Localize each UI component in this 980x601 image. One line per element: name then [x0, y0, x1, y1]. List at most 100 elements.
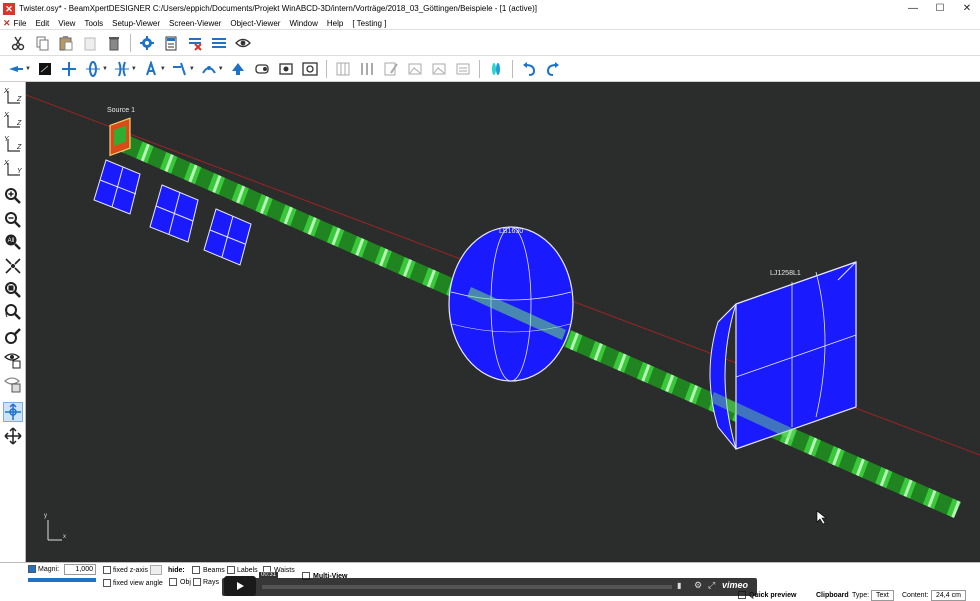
chevron-down-icon[interactable]: ▼: [218, 66, 224, 72]
text-element-icon[interactable]: [141, 59, 161, 79]
close-button[interactable]: ✕: [952, 0, 980, 17]
volume-icon[interactable]: ▮: [677, 581, 681, 590]
axis-x-label: x: [63, 534, 66, 540]
distribute-icon[interactable]: [357, 59, 377, 79]
calculator-icon[interactable]: [161, 33, 181, 53]
title-bar: ✕ Twister.osy* - BeamXpertDESIGNER C:/Us…: [0, 0, 980, 17]
labels-checkbox[interactable]: [227, 566, 235, 574]
menu-tools[interactable]: Tools: [84, 19, 103, 28]
zoom-out-icon[interactable]: [3, 210, 23, 230]
maximize-button[interactable]: ☐: [925, 0, 955, 17]
3d-viewport[interactable]: Source 1 LB1630 LJ1258L1 x y: [26, 82, 980, 562]
source-icon[interactable]: [6, 59, 26, 79]
undo-icon[interactable]: [519, 59, 539, 79]
lens-lb1630-label: LB1630: [499, 228, 524, 235]
chevron-down-icon[interactable]: ▼: [25, 66, 31, 72]
view-xz-button[interactable]: X Z: [3, 112, 23, 132]
move-icon[interactable]: [3, 426, 23, 446]
lens-lb1630[interactable]: [448, 226, 574, 382]
obj-checkbox[interactable]: [169, 578, 177, 586]
concave-lens-icon[interactable]: [112, 59, 132, 79]
show-hide-icon[interactable]: [3, 350, 23, 370]
zoom-fit-icon[interactable]: [3, 256, 23, 276]
beams-checkbox[interactable]: [192, 566, 200, 574]
delete-icon[interactable]: [104, 33, 124, 53]
content-value: 24,4 cm: [931, 590, 966, 601]
zoom-rotate-icon[interactable]: [3, 302, 23, 322]
axis-label: X: [4, 112, 9, 119]
beam-profile-icon[interactable]: [252, 59, 272, 79]
view-toolbar: X Z X Z Y Z X Y All: [0, 82, 26, 562]
layers-icon[interactable]: [3, 374, 23, 394]
magni-label: Magni:: [38, 566, 60, 573]
chevron-down-icon[interactable]: ▼: [189, 66, 195, 72]
view-xy-button[interactable]: X Y: [3, 160, 23, 180]
eye-view-icon[interactable]: [233, 33, 253, 53]
menu-edit[interactable]: Edit: [35, 19, 49, 28]
magni-input[interactable]: 1,000: [64, 564, 96, 575]
source-element[interactable]: [109, 117, 131, 157]
select-rotate-icon[interactable]: [3, 402, 23, 422]
beam-lines-icon[interactable]: [209, 33, 229, 53]
cut-icon[interactable]: [8, 33, 28, 53]
copy-icon[interactable]: [32, 33, 52, 53]
view-yz-button[interactable]: Y Z: [3, 136, 23, 156]
paste-special-icon[interactable]: [80, 33, 100, 53]
menu-help[interactable]: Help: [327, 19, 343, 28]
rays-checkbox[interactable]: [193, 578, 201, 586]
zoom-all-icon[interactable]: All: [3, 232, 23, 252]
menu-bar: ✕ File Edit View Tools Setup-Viewer Scre…: [0, 17, 980, 30]
fiber-icon[interactable]: [199, 59, 219, 79]
camera-icon[interactable]: [276, 59, 296, 79]
hide-label: hide:: [168, 567, 185, 574]
aperture-icon[interactable]: [59, 59, 79, 79]
play-button[interactable]: [224, 576, 256, 596]
lens-icon[interactable]: [83, 59, 103, 79]
wave-plates[interactable]: [93, 159, 252, 266]
lens-lj1258l1[interactable]: [709, 261, 857, 450]
menu-view[interactable]: View: [58, 19, 75, 28]
mirror-icon[interactable]: [170, 59, 190, 79]
progress-bar[interactable]: [262, 585, 672, 589]
content-label: Content:: [902, 592, 929, 599]
redo-icon[interactable]: [543, 59, 563, 79]
play-icon: [237, 582, 244, 590]
menu-screen-viewer[interactable]: Screen-Viewer: [169, 19, 221, 28]
settings-icon[interactable]: ⚙: [694, 580, 702, 591]
menu-setup-viewer[interactable]: Setup-Viewer: [112, 19, 160, 28]
report-icon[interactable]: [453, 59, 473, 79]
detector-icon[interactable]: [228, 59, 248, 79]
scene-canvas: [26, 94, 980, 541]
chevron-down-icon[interactable]: ▼: [131, 66, 137, 72]
vimeo-logo[interactable]: vimeo: [722, 580, 748, 590]
fixed-view-checkbox[interactable]: [103, 579, 111, 587]
fixed-z-checkbox[interactable]: [103, 566, 111, 574]
document-menu-icon[interactable]: ✕: [3, 18, 11, 29]
cylinder-lens-icon[interactable]: [486, 59, 506, 79]
minimize-button[interactable]: —: [898, 0, 928, 17]
snapshot-icon[interactable]: [300, 59, 320, 79]
chevron-down-icon[interactable]: ▼: [102, 66, 108, 72]
remove-beam-icon[interactable]: [185, 33, 205, 53]
settings-icon[interactable]: [137, 33, 157, 53]
align-icon[interactable]: [333, 59, 353, 79]
view-zx-button[interactable]: X Z: [3, 88, 23, 108]
paste-icon[interactable]: [56, 33, 76, 53]
fixed-z-button[interactable]: [150, 565, 162, 575]
type-value: Text: [871, 590, 894, 601]
menu-object-viewer[interactable]: Object-Viewer: [230, 19, 280, 28]
fullscreen-icon[interactable]: ⤢: [708, 580, 715, 591]
menu-testing[interactable]: [ Testing ]: [352, 19, 386, 28]
zoom-pan-icon[interactable]: [3, 326, 23, 346]
zoom-in-icon[interactable]: [3, 186, 23, 206]
chevron-down-icon[interactable]: ▼: [160, 66, 166, 72]
menu-file[interactable]: File: [14, 19, 27, 28]
screen-icon[interactable]: [35, 59, 55, 79]
magni-checkbox[interactable]: [28, 565, 36, 573]
zoom-window-icon[interactable]: [3, 280, 23, 300]
edit-element-icon[interactable]: [381, 59, 401, 79]
magni-slider[interactable]: [28, 578, 96, 582]
image-import-icon[interactable]: [429, 59, 449, 79]
menu-window[interactable]: Window: [289, 19, 317, 28]
image-export-icon[interactable]: [405, 59, 425, 79]
